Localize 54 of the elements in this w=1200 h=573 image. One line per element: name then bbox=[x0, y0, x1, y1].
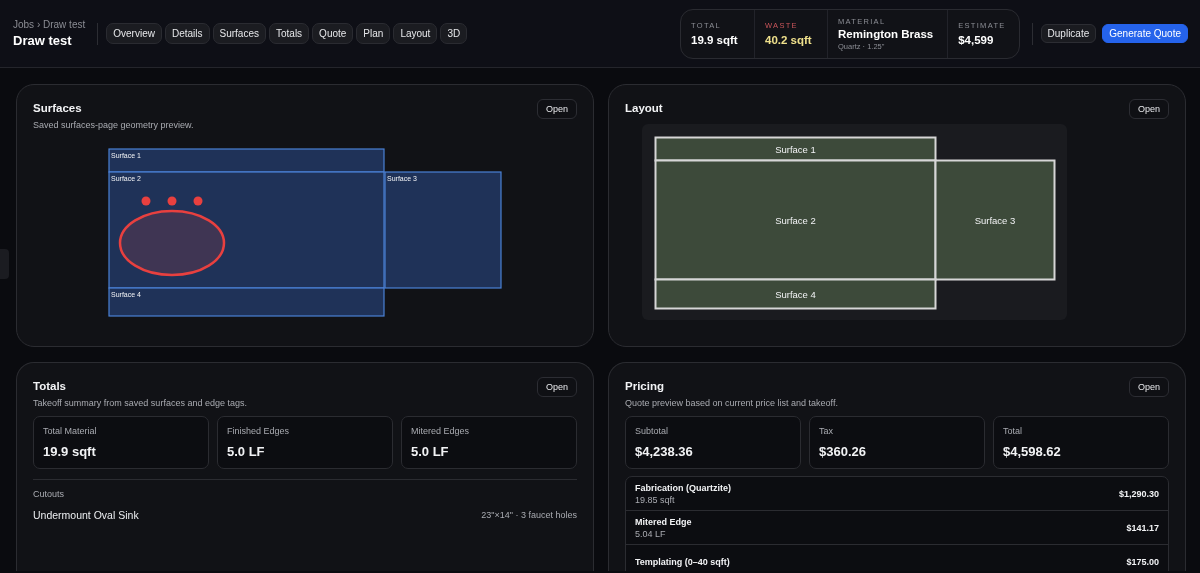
tab[interactable]: Overview bbox=[106, 23, 162, 44]
open-button[interactable]: Open bbox=[536, 99, 577, 119]
line-item-amount: $175.00 bbox=[1126, 556, 1159, 567]
tile-value: 5.0 LF bbox=[227, 444, 266, 459]
open-button[interactable]: Open bbox=[1128, 377, 1169, 397]
open-button[interactable]: Open bbox=[1128, 99, 1169, 119]
tile-label: Finished Edges bbox=[227, 426, 291, 436]
card-title: Pricing bbox=[625, 380, 665, 392]
cutout-detail: 23"×14" · 3 faucet holes bbox=[481, 510, 577, 520]
tile-label: Tax bbox=[819, 426, 834, 436]
surface-slab: Surface 4 bbox=[654, 278, 936, 310]
line-item-detail: 5.04 LF bbox=[635, 528, 667, 539]
line-item-amount: $141.17 bbox=[1126, 522, 1159, 533]
breadcrumb[interactable]: Jobs › Draw test bbox=[13, 19, 86, 30]
line-item-name: Mitered Edge bbox=[635, 516, 692, 527]
tab[interactable]: Surfaces bbox=[212, 23, 266, 44]
section-label: Cutouts bbox=[33, 489, 66, 499]
tile-label: Total bbox=[1003, 426, 1023, 436]
page-title: Draw test bbox=[13, 33, 73, 48]
generate-quote-button[interactable]: Generate Quote bbox=[1102, 24, 1188, 43]
line-item-amount: $1,290.30 bbox=[1118, 488, 1159, 499]
tab[interactable]: Details bbox=[164, 23, 210, 44]
card-title: Surfaces bbox=[33, 102, 83, 114]
card-title: Totals bbox=[33, 380, 67, 392]
tab[interactable]: Plan bbox=[356, 23, 391, 44]
surface-slab: Surface 1 bbox=[654, 136, 936, 162]
tile-value: 5.0 LF bbox=[411, 444, 450, 459]
open-button[interactable]: Open bbox=[536, 377, 577, 397]
card-subtitle: Takeoff summary from saved surfaces and edge tags. bbox=[33, 398, 247, 408]
surface-slab: Surface 3 bbox=[934, 159, 1055, 281]
tile-value: $4,598.62 bbox=[1003, 444, 1062, 459]
line-item-name: Fabrication (Quartzite) bbox=[635, 482, 731, 493]
tile-label: Total Material bbox=[43, 426, 98, 436]
line-item-name: Templating (0–40 sqft) bbox=[635, 556, 730, 567]
cutout-name: Undermount Oval Sink bbox=[33, 509, 139, 521]
stat-value: 40.2 sqft bbox=[765, 34, 813, 46]
tab[interactable]: Layout bbox=[393, 23, 438, 44]
tile-label: Subtotal bbox=[635, 426, 670, 436]
tile-value: 19.9 sqft bbox=[43, 444, 97, 459]
card-subtitle: Quote preview based on current price list and takeoff. bbox=[625, 398, 838, 408]
tab[interactable]: Quote bbox=[312, 23, 354, 44]
tile-value: $360.26 bbox=[819, 444, 867, 459]
tile-label: Mitered Edges bbox=[411, 426, 471, 436]
card-subtitle: Saved surfaces-page geometry preview. bbox=[33, 120, 194, 130]
tab[interactable]: 3D bbox=[440, 23, 468, 44]
stat-value: Remington Brass bbox=[838, 27, 934, 40]
surface-slab: Surface 2 bbox=[654, 159, 936, 281]
tab[interactable]: Totals bbox=[269, 23, 310, 44]
stat-value: $4,599 bbox=[958, 34, 995, 46]
line-item-detail: 19.85 sqft bbox=[635, 494, 676, 505]
stat-value: 19.9 sqft bbox=[691, 34, 739, 46]
duplicate-button[interactable]: Duplicate bbox=[1040, 24, 1097, 43]
card-title: Layout bbox=[625, 102, 663, 114]
tile-value: $4,238.36 bbox=[635, 444, 694, 459]
